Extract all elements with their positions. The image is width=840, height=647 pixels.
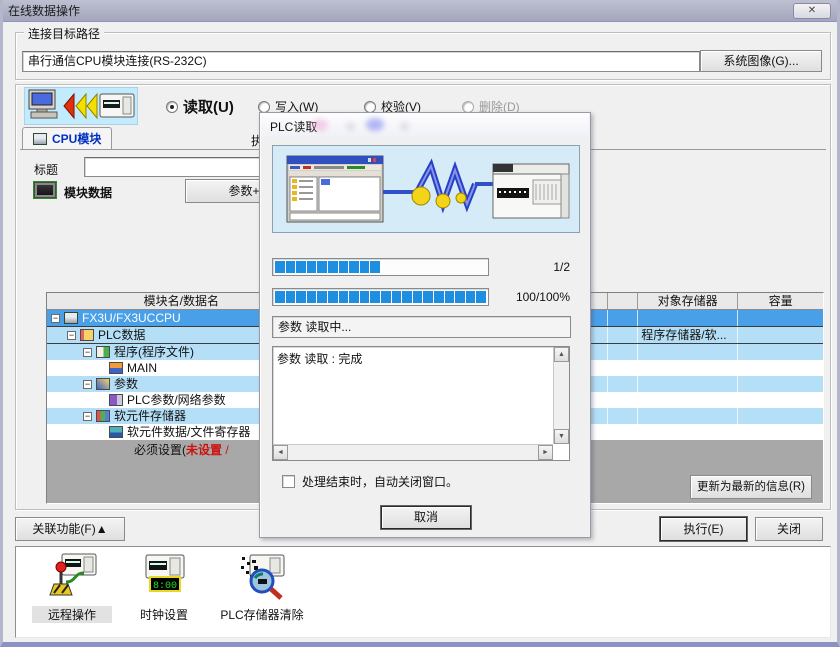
log-area[interactable]: 参数 读取 : 完成 ▲ ▼ ◄ ► [272, 346, 570, 461]
execute-button[interactable]: 执行(E) [660, 517, 747, 541]
close-icon[interactable]: ✕ [793, 3, 831, 19]
svg-text:8:00: 8:00 [153, 581, 177, 592]
tree-row-label: FX3U/FX3UCCPU [82, 311, 181, 326]
auto-close-option[interactable]: 处理结束时，自动关闭窗口。 [282, 473, 458, 490]
pc-to-plc-graphic [273, 146, 579, 232]
file-progress-label: 1/2 [492, 260, 570, 274]
tree-row-label: 软元件存储器 [114, 409, 186, 424]
vertical-scrollbar[interactable]: ▲ ▼ [553, 347, 569, 444]
tree-row-label: PLC参数/网络参数 [127, 393, 226, 408]
expander-icon[interactable]: − [51, 314, 60, 323]
title-label: 标题 [34, 161, 58, 178]
plc-data-icon [80, 329, 94, 341]
remote-operation-button[interactable]: 远程操作 [32, 551, 112, 623]
tree-row-label: PLC数据 [98, 328, 145, 343]
transfer-direction-icon [24, 87, 138, 125]
refresh-info-button[interactable]: 更新为最新的信息(R) [690, 475, 812, 499]
censored-mark [346, 122, 355, 131]
tree-row-label: 参数 [114, 377, 138, 392]
scroll-right-icon[interactable]: ► [538, 445, 553, 460]
col-target-memory: 对象存储器 [638, 293, 738, 309]
expander-icon[interactable]: − [83, 380, 92, 389]
connection-groupbox: 连接目标路径 串行通信CPU模块连接(RS-232C) 系统图像(G)... [15, 32, 831, 80]
dialog-titlebar[interactable]: PLC读取 [261, 114, 589, 139]
online-data-operation-window: 在线数据操作 ✕ 连接目标路径 串行通信CPU模块连接(RS-232C) 系统图… [0, 0, 840, 647]
module-data-icon [34, 182, 56, 198]
expander-icon[interactable]: − [83, 348, 92, 357]
auto-close-checkbox[interactable] [282, 475, 295, 488]
cpu-module-tab-icon [33, 133, 47, 145]
tab-cpu-module[interactable]: CPU模块 [22, 127, 112, 149]
related-functions-panel: 远程操作 8:00 时钟设置 [15, 546, 831, 638]
radio-write-dot [258, 101, 270, 113]
radio-delete-dot [462, 101, 474, 113]
censored-mark [400, 122, 409, 131]
related-functions-button[interactable]: 关联功能(F)▲ [15, 517, 125, 541]
censored-mark [312, 119, 328, 131]
radio-read-label: 读取(U) [183, 96, 234, 117]
plc-memory-clear-label: PLC存储器清除 [212, 606, 312, 623]
connection-group-label: 连接目标路径 [24, 25, 104, 42]
expander-icon[interactable]: − [67, 331, 76, 340]
plc-read-dialog: PLC读取 [259, 112, 591, 538]
transfer-illustration [272, 145, 580, 233]
col-hidden-narrow [608, 293, 638, 309]
connection-path-field[interactable]: 串行通信CPU模块连接(RS-232C) [22, 51, 700, 72]
horizontal-scrollbar[interactable]: ◄ ► [273, 444, 553, 460]
tab-cpu-module-label: CPU模块 [52, 130, 101, 147]
radio-verify-dot [364, 101, 376, 113]
tree-row-label: 程序(程序文件) [114, 345, 194, 360]
clock-setting-icon: 8:00 [136, 551, 192, 601]
device-data-icon [109, 426, 123, 438]
program-icon [96, 346, 110, 358]
censored-mark [366, 118, 384, 131]
tree-row-label: 软元件数据/文件寄存器 [127, 425, 250, 440]
dialog-title: PLC读取 [270, 118, 317, 135]
system-image-button[interactable]: 系统图像(G)... [700, 50, 822, 72]
total-progress-label: 100/100% [492, 290, 570, 304]
log-text: 参数 读取 : 完成 [277, 350, 362, 367]
cpu-icon [64, 312, 78, 324]
parameter-icon [96, 378, 110, 390]
file-progress-bar [272, 258, 489, 276]
module-data-label: 模块数据 [64, 184, 112, 201]
radio-read-dot [166, 101, 178, 113]
window-titlebar[interactable]: 在线数据操作 [0, 0, 840, 22]
main-program-icon [109, 362, 123, 374]
remote-operation-icon [44, 551, 100, 601]
network-parameter-icon [109, 394, 123, 406]
plc-memory-clear-button[interactable]: PLC存储器清除 [212, 551, 312, 623]
status-field: 参数 读取中... [272, 316, 571, 338]
scroll-down-icon[interactable]: ▼ [554, 429, 569, 444]
expander-icon[interactable]: − [83, 412, 92, 421]
col-capacity: 容量 [738, 293, 823, 309]
clock-setting-button[interactable]: 8:00 时钟设置 [124, 551, 204, 623]
device-memory-icon [96, 410, 110, 422]
radio-read[interactable]: 读取(U) [166, 96, 234, 117]
required-setting-note: 必须设置(未设置 / [134, 441, 229, 458]
total-progress-bar [272, 288, 489, 306]
cancel-button[interactable]: 取消 [381, 506, 471, 529]
plc-memory-clear-icon [234, 551, 290, 601]
remote-operation-label: 远程操作 [32, 606, 112, 623]
not-set-value: 未设置 [186, 443, 222, 457]
close-button[interactable]: 关闭 [755, 517, 823, 541]
window-title: 在线数据操作 [8, 2, 80, 19]
scroll-left-icon[interactable]: ◄ [273, 445, 288, 460]
tree-row-label: MAIN [127, 361, 157, 376]
clock-setting-label: 时钟设置 [124, 606, 204, 623]
scroll-up-icon[interactable]: ▲ [554, 347, 569, 362]
auto-close-label: 处理结束时，自动关闭窗口。 [302, 473, 458, 490]
